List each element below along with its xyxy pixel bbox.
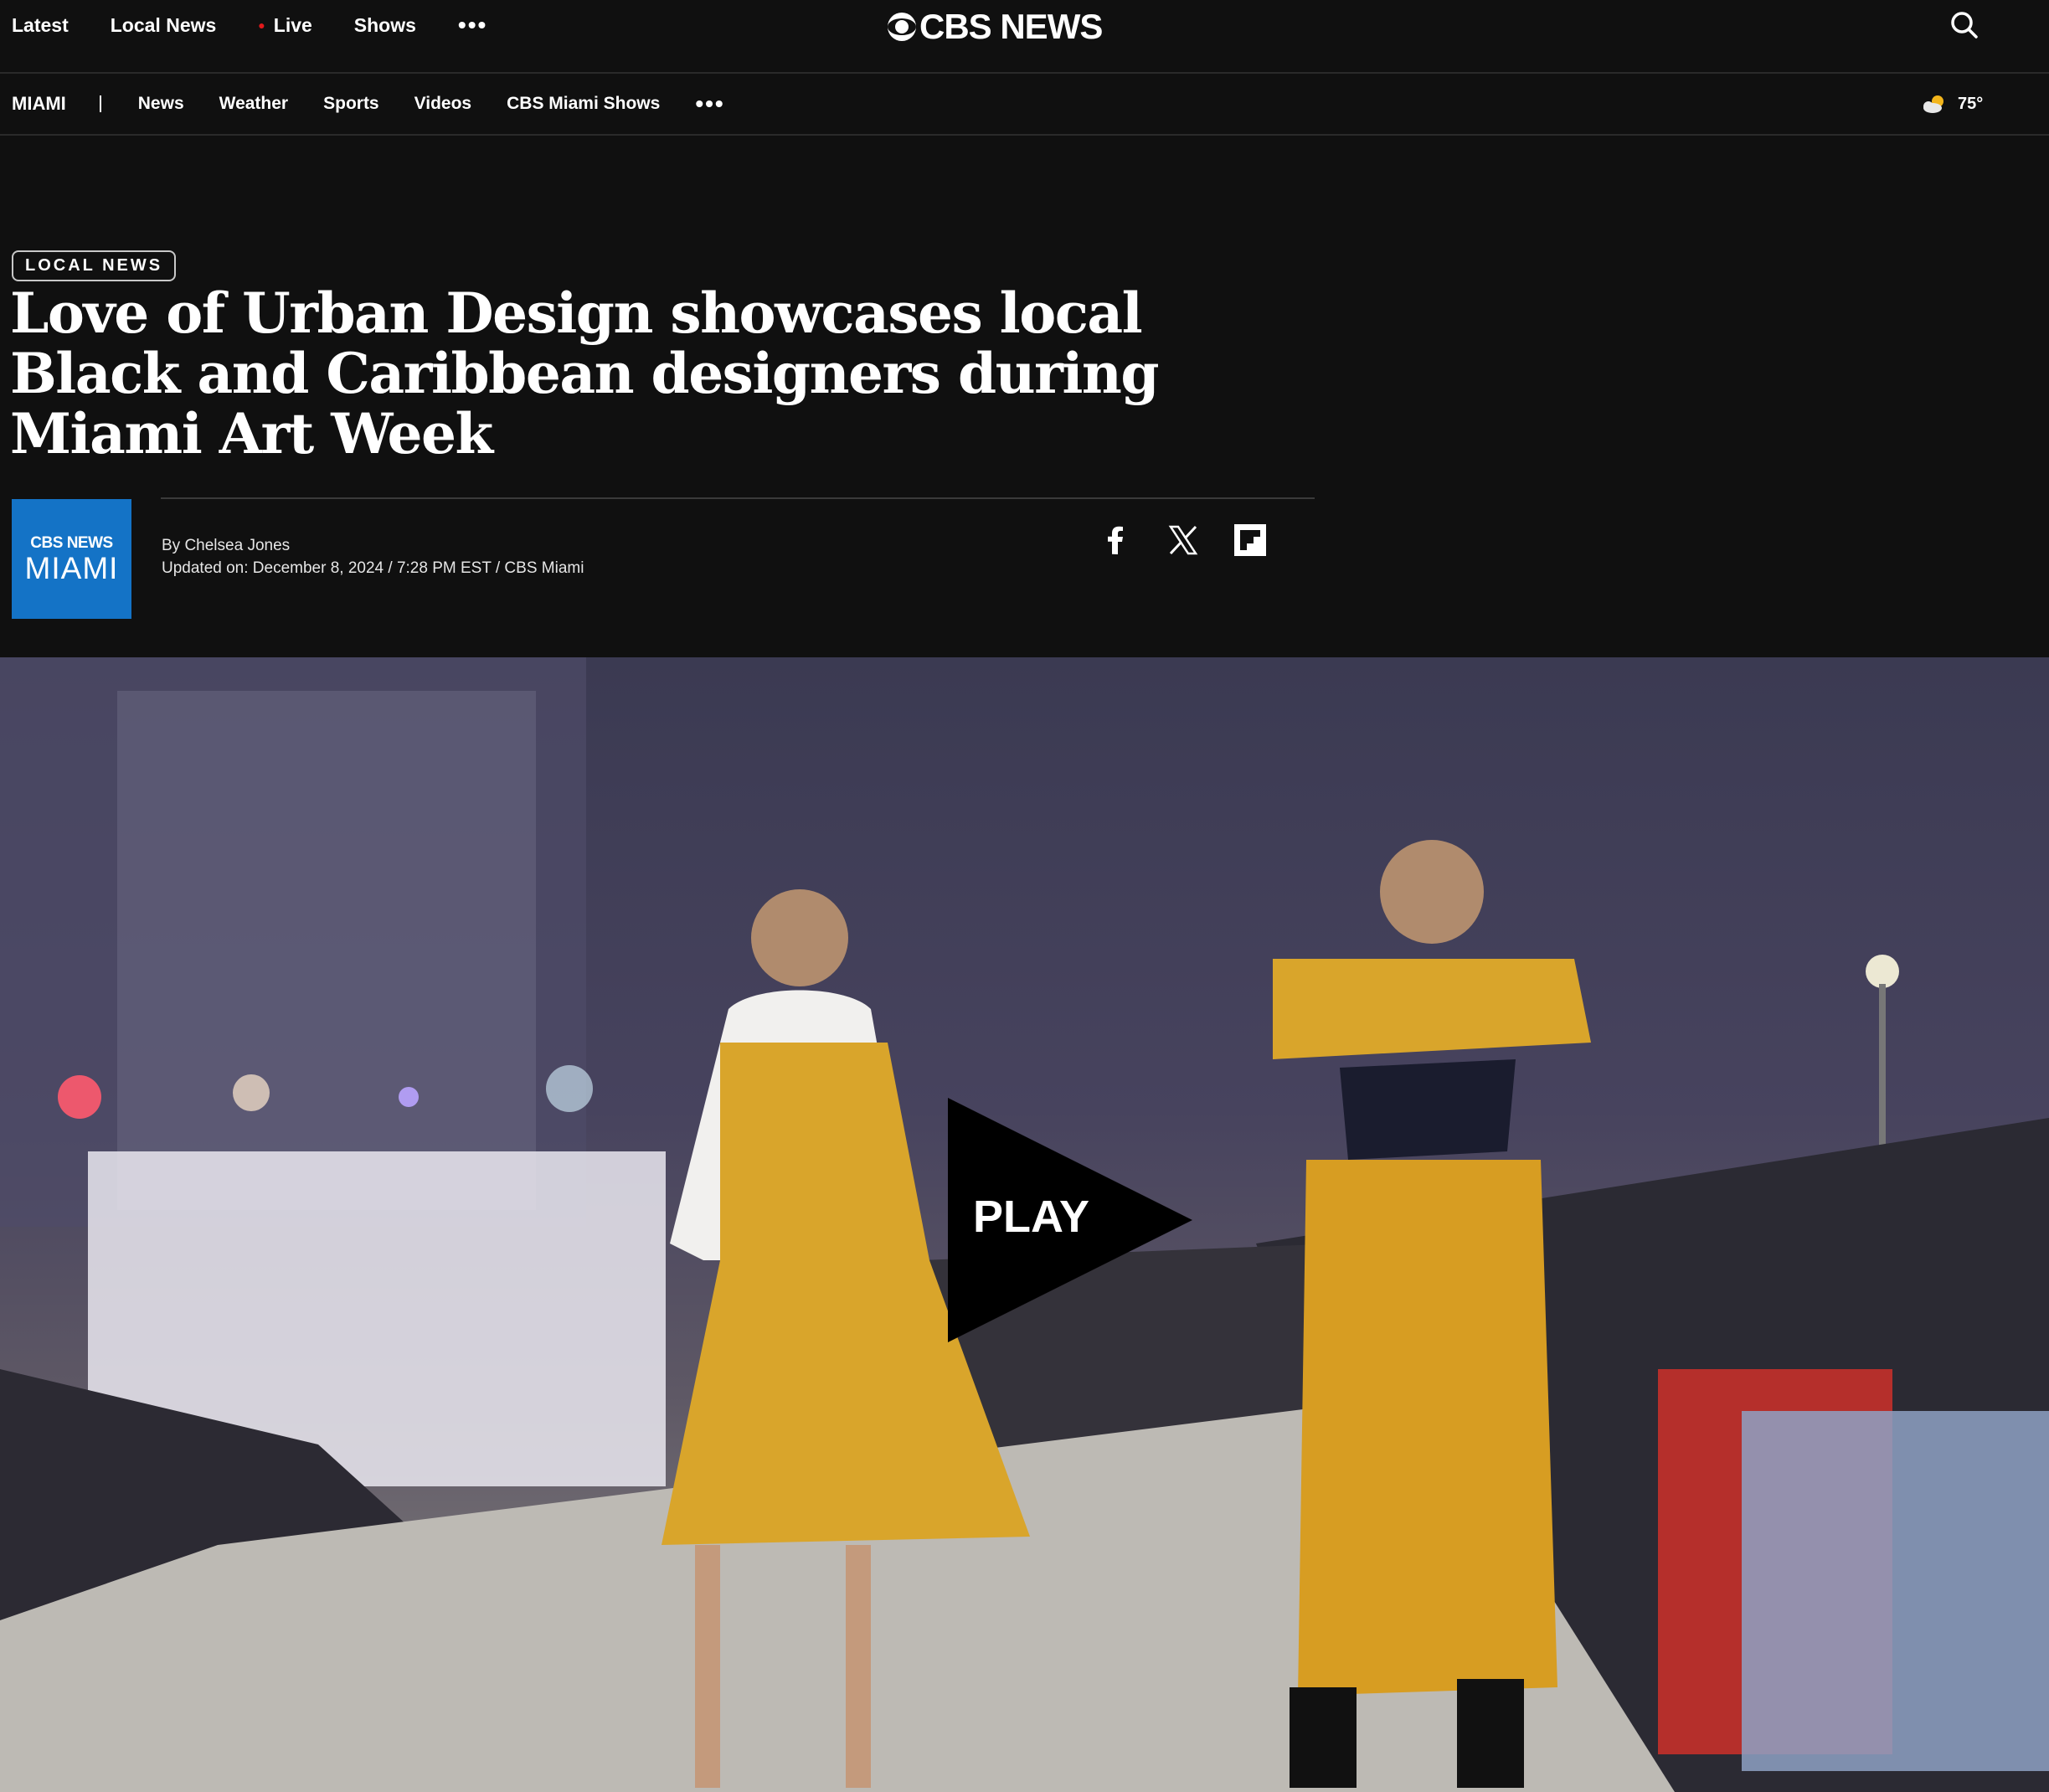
- article-headline: Love of Urban Design showcases local Bla…: [10, 281, 1160, 466]
- station-logo-brand: CBS NEWS: [30, 533, 113, 552]
- subnav-more-button[interactable]: •••: [695, 92, 724, 116]
- nav-shows[interactable]: Shows: [354, 14, 416, 37]
- byline-divider: [161, 497, 1315, 499]
- subnav-news[interactable]: News: [138, 94, 184, 114]
- partly-cloudy-icon: [1923, 95, 1943, 113]
- updated-timestamp: Updated on: December 8, 2024 / 7:28 PM E…: [162, 559, 584, 577]
- nav-more-button[interactable]: •••: [458, 13, 487, 37]
- flipboard-icon: [1234, 524, 1266, 556]
- subnav-weather[interactable]: Weather: [219, 94, 288, 114]
- play-label: PLAY: [973, 1192, 1090, 1242]
- nav-latest[interactable]: Latest: [12, 14, 69, 37]
- nav-live-label: Live: [273, 13, 312, 36]
- x-icon: [1168, 525, 1198, 555]
- station-logo-city: MIAMI: [24, 550, 119, 585]
- share-flipboard-button[interactable]: [1233, 523, 1268, 558]
- local-nav: MIAMI News Weather Sports Videos CBS Mia…: [12, 74, 725, 134]
- nav-separator: [99, 95, 101, 112]
- search-icon[interactable]: [1949, 10, 1979, 40]
- weather-widget[interactable]: 75°: [1921, 74, 1983, 134]
- category-tag[interactable]: LOCAL NEWS: [12, 250, 177, 281]
- share-x-button[interactable]: [1166, 523, 1201, 558]
- author: By Chelsea Jones: [162, 537, 291, 554]
- local-nav-bar: MIAMI News Weather Sports Videos CBS Mia…: [0, 74, 2049, 136]
- brand-name: CBS NEWS: [919, 7, 1103, 46]
- facebook-icon: [1108, 526, 1123, 554]
- primary-nav: Latest Local News ● Live Shows •••: [12, 0, 487, 50]
- cbs-news-logo[interactable]: CBS NEWS: [886, 7, 1103, 47]
- byline: By Chelsea Jones Updated on: December 8,…: [162, 534, 584, 579]
- station-logo[interactable]: CBS NEWS MIAMI: [12, 499, 131, 619]
- subnav-sports[interactable]: Sports: [323, 94, 379, 114]
- video-player[interactable]: PLAY: [0, 657, 2049, 1792]
- subnav-videos[interactable]: Videos: [414, 94, 471, 114]
- play-button[interactable]: PLAY: [948, 1098, 1192, 1342]
- nav-local-news[interactable]: Local News: [111, 14, 217, 37]
- live-dot-icon: ●: [258, 18, 265, 32]
- top-header: Latest Local News ● Live Shows ••• CBS NE…: [0, 0, 2049, 74]
- share-facebook-button[interactable]: [1099, 523, 1134, 558]
- cbs-eye-icon: [888, 13, 916, 41]
- weather-temperature: 75°: [1958, 94, 1984, 113]
- section-title[interactable]: MIAMI: [12, 93, 66, 115]
- nav-live[interactable]: ● Live: [258, 14, 312, 37]
- subnav-cbs-miami-shows[interactable]: CBS Miami Shows: [507, 94, 660, 114]
